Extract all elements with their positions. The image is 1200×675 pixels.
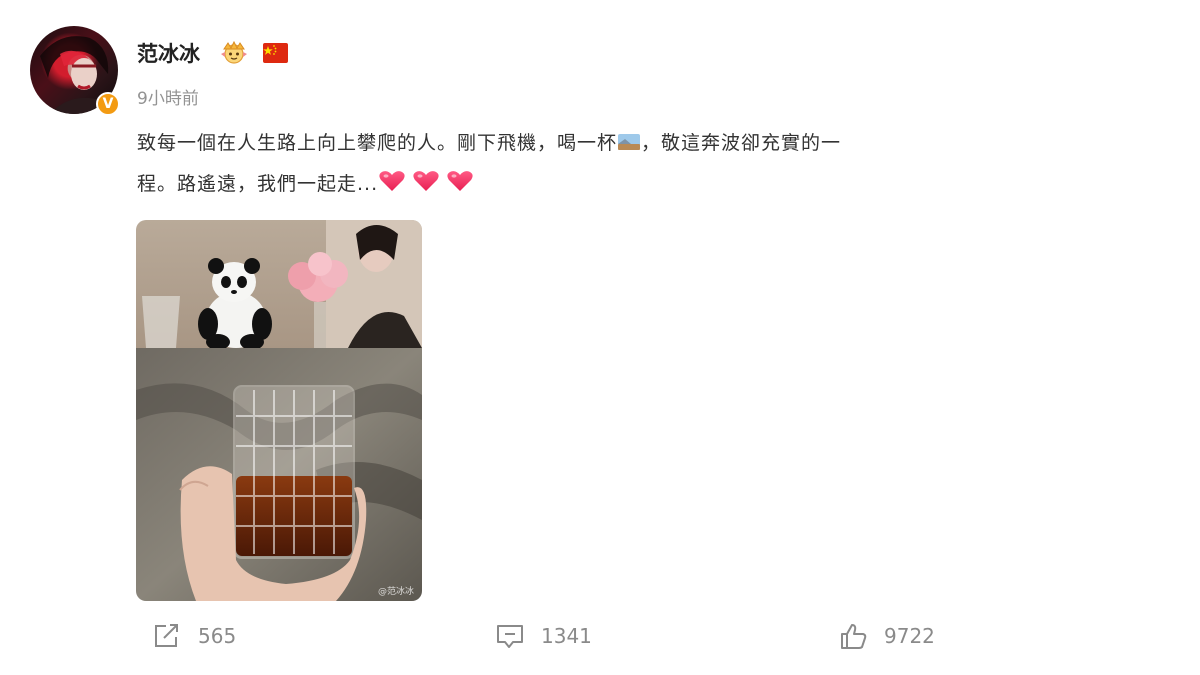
comment-count: 1341 bbox=[541, 624, 592, 648]
comment-icon bbox=[497, 625, 523, 648]
china-flag-icon bbox=[263, 43, 288, 63]
comment-button[interactable]: 1341 bbox=[495, 621, 592, 651]
verified-badge-icon: V bbox=[96, 92, 120, 116]
thumbs-up-icon bbox=[841, 624, 867, 649]
weibo-post: V 范冰冰 9小時前 致每一個在人生路上向上攀爬的人。剛下飛機，喝一杯 ，敬這奔… bbox=[0, 0, 1200, 675]
post-text-segment: 致每一個在人生路上向上攀爬的人。剛下飛機，喝一杯 bbox=[137, 132, 618, 154]
heart-emoji-icon bbox=[447, 171, 473, 191]
post-timestamp[interactable]: 9小時前 bbox=[137, 84, 199, 109]
heart-emoji-icon bbox=[379, 171, 405, 191]
heart-emoji-icon bbox=[413, 171, 439, 191]
post-text-line-1: 致每一個在人生路上向上攀爬的人。剛下飛機，喝一杯 ，敬這奔波卻充實的一 bbox=[137, 128, 1057, 155]
repost-icon bbox=[155, 624, 178, 647]
post-text-segment: ，敬這奔波卻充實的一 bbox=[641, 132, 842, 154]
image-watermark: @范冰冰 bbox=[377, 587, 414, 597]
post-image[interactable]: @范冰冰 bbox=[136, 220, 422, 601]
whisky-glass-photo bbox=[136, 220, 422, 601]
username[interactable]: 范冰冰 bbox=[137, 38, 200, 68]
vip-crown-icon[interactable] bbox=[219, 40, 249, 64]
repost-button[interactable]: 565 bbox=[152, 621, 236, 651]
like-count: 9722 bbox=[884, 624, 935, 648]
post-text-line-2: 程。路遙遠，我們一起走... bbox=[137, 169, 1057, 196]
post-text-segment: 程。路遙遠，我們一起走... bbox=[137, 173, 379, 195]
landscape-emoji-icon bbox=[618, 134, 641, 150]
repost-count: 565 bbox=[198, 624, 237, 648]
like-button[interactable]: 9722 bbox=[838, 621, 935, 651]
